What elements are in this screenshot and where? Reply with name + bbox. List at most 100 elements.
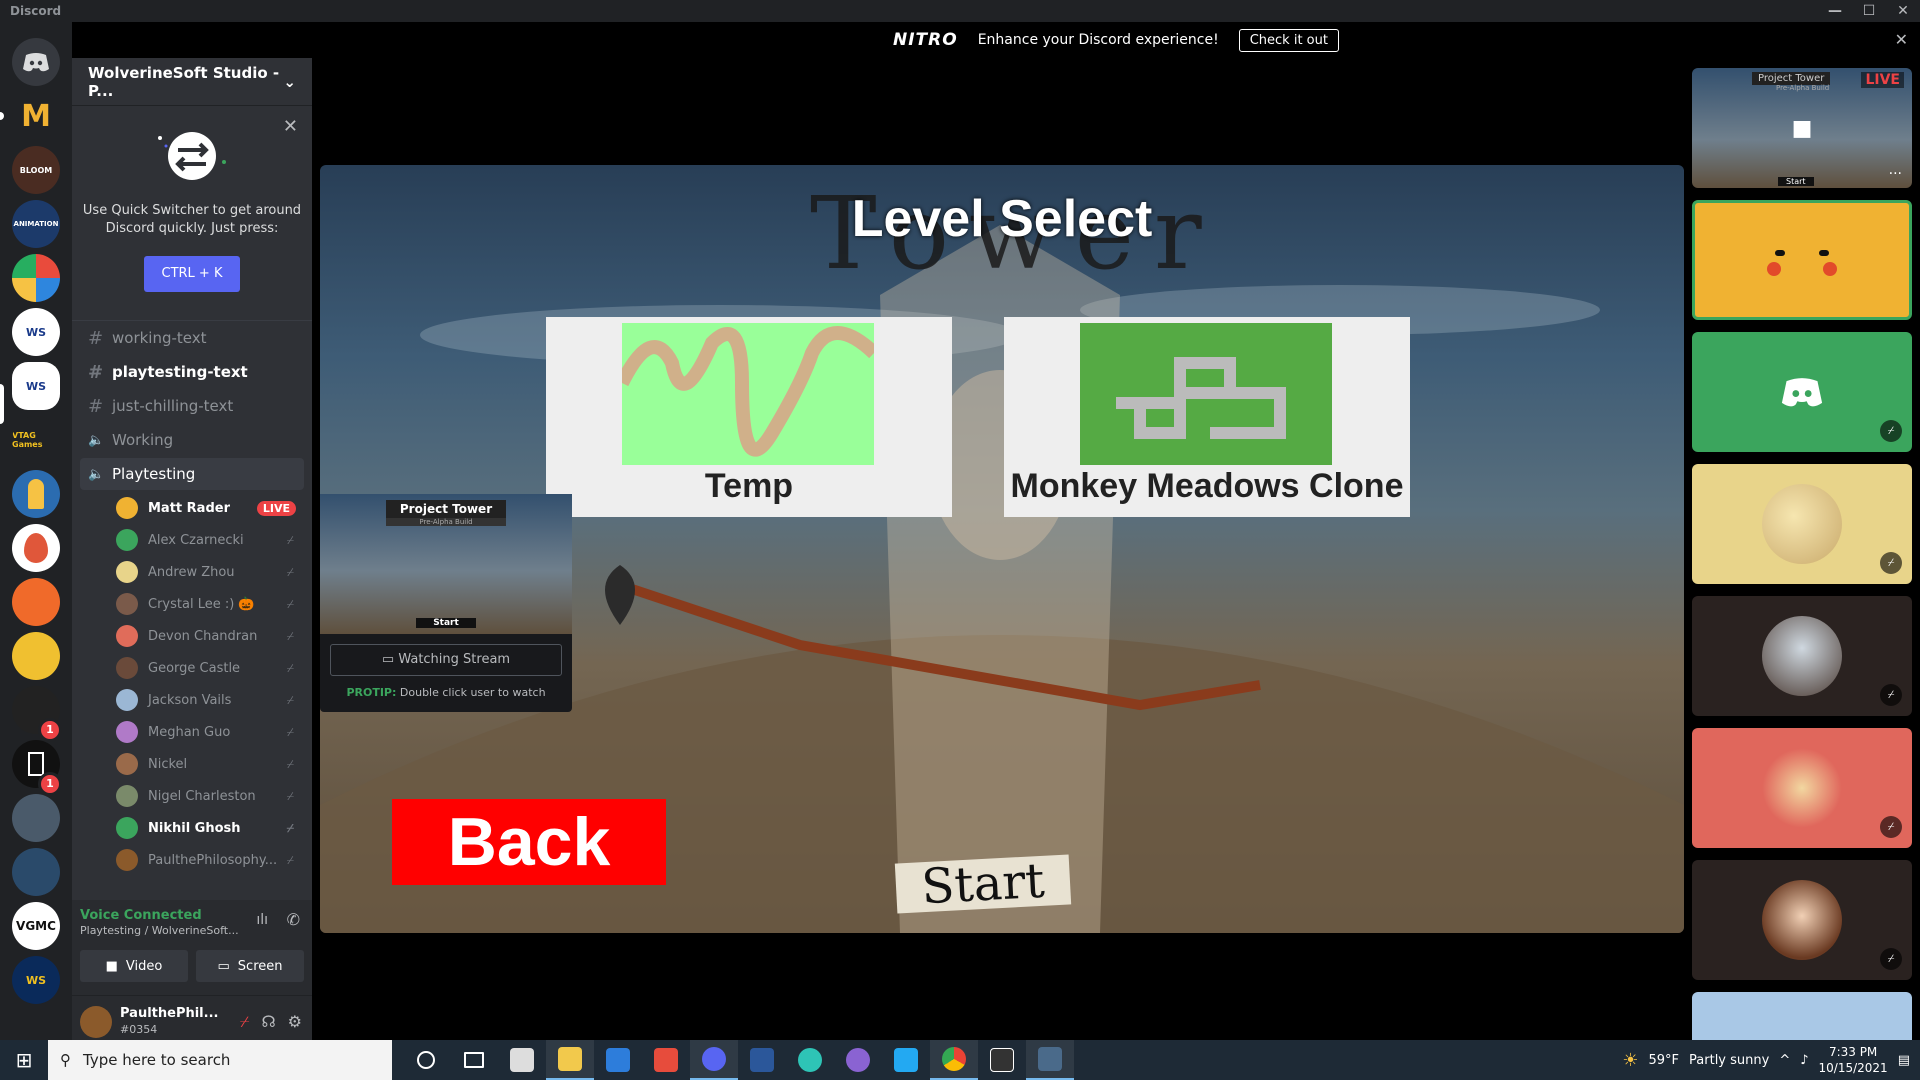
github-icon[interactable] [834, 1040, 882, 1080]
participant-tile-stream[interactable]: LIVE Project Tower Pre-Alpha Build Start… [1692, 68, 1912, 188]
voice-user[interactable]: Nigel Charleston ⌿ [116, 783, 304, 809]
voice-user[interactable]: Devon Chandran ⌿ [116, 623, 304, 649]
window-titlebar: Discord — ☐ ✕ [0, 0, 1920, 22]
server-icon-figure[interactable] [12, 470, 60, 518]
mic-muted-icon[interactable]: ⌿ [240, 1012, 250, 1032]
discord-taskbar-icon[interactable] [690, 1040, 738, 1080]
server-icon-landscape[interactable] [12, 848, 60, 896]
channel-just-chilling-text[interactable]: # just-chilling-text [80, 390, 304, 422]
word-icon[interactable] [738, 1040, 786, 1080]
participant-tile[interactable]: ⌿ [1692, 332, 1912, 452]
server-icon-gray[interactable] [12, 794, 60, 842]
server-icon-flame[interactable] [12, 524, 60, 572]
office-icon[interactable] [642, 1040, 690, 1080]
store-icon[interactable] [498, 1040, 546, 1080]
participant-tile[interactable]: ⌿ [1692, 464, 1912, 584]
taskbar-search-box[interactable]: ⚲ Type here to search [48, 1040, 392, 1080]
voice-user[interactable]: PaulthePhilosophy... ⌿ [116, 847, 304, 873]
channel-playtesting-text[interactable]: # playtesting-text [80, 356, 304, 388]
participant-tile[interactable] [1692, 992, 1912, 1040]
back-button[interactable]: Back [392, 799, 666, 885]
server-icon-colorwheel[interactable] [12, 254, 60, 302]
close-icon[interactable]: ✕ [283, 116, 298, 137]
edge-icon[interactable] [786, 1040, 834, 1080]
avatar [116, 817, 138, 839]
mic-muted-icon: ⌿ [286, 564, 294, 579]
participant-tile[interactable]: ⌿ [1692, 728, 1912, 848]
server-icon-ws[interactable]: WS [12, 308, 60, 356]
quick-switcher-shortcut-button[interactable]: CTRL + K [144, 256, 240, 292]
server-icon-vgmc[interactable]: VGMC [12, 902, 60, 950]
voice-user[interactable]: Meghan Guo ⌿ [116, 719, 304, 745]
voice-user[interactable]: Jackson Vails ⌿ [116, 687, 304, 713]
vscode-icon[interactable] [882, 1040, 930, 1080]
avatar [116, 785, 138, 807]
level-card-monkey-meadows-clone[interactable]: Monkey Meadows Clone [1004, 317, 1410, 517]
voice-user-name: George Castle [148, 660, 241, 676]
microphone-icon[interactable]: ♪ [1800, 1053, 1808, 1068]
server-icon-animation[interactable]: ANIMATION [12, 200, 60, 248]
server-header[interactable]: WolverineSoft Studio - P... ⌄ [72, 58, 312, 106]
nitro-check-it-out-button[interactable]: Check it out [1238, 28, 1339, 52]
server-icon-bloom[interactable]: BLOOM [12, 146, 60, 194]
server-icon-orange[interactable] [12, 578, 60, 626]
weather-text[interactable]: Partly sunny [1689, 1053, 1769, 1068]
voice-user[interactable]: Matt Rader LIVE [116, 495, 304, 521]
cortana-icon[interactable] [402, 1040, 450, 1080]
level-thumbnail [1080, 323, 1332, 465]
voice-user-name: PaulthePhilosophy... [148, 852, 278, 868]
search-icon: ⚲ [60, 1051, 71, 1069]
watching-stream-button[interactable]: ▭ Watching Stream [330, 644, 562, 676]
participant-tile[interactable]: ⌿ [1692, 860, 1912, 980]
voice-user[interactable]: Nickel ⌿ [116, 751, 304, 777]
server-icon-m[interactable]: M [12, 92, 60, 140]
stream-thumbnail[interactable]: Project Tower Pre-Alpha Build Start [320, 494, 572, 634]
start-text: Start [894, 853, 1072, 915]
maximize-button[interactable]: ☐ [1852, 0, 1886, 22]
voice-user[interactable]: George Castle ⌿ [116, 655, 304, 681]
headphones-icon[interactable]: ☊ [261, 1012, 275, 1032]
server-icon-yellow[interactable] [12, 632, 60, 680]
channel-working-voice[interactable]: 🔈 Working [80, 424, 304, 456]
mail-icon[interactable] [594, 1040, 642, 1080]
participant-tile[interactable]: ⌿ [1692, 596, 1912, 716]
gear-icon[interactable]: ⚙ [288, 1012, 302, 1032]
voice-user[interactable]: Andrew Zhou ⌿ [116, 559, 304, 585]
file-explorer-icon[interactable] [546, 1040, 594, 1080]
server-icon-ws-dark[interactable]: WS [12, 956, 60, 1004]
stream-title: Project Tower [386, 500, 506, 518]
server-list: M BLOOM ANIMATION WS WS VTAG Games 1 1 V… [0, 22, 72, 1040]
chrome-icon[interactable] [930, 1040, 978, 1080]
avatar[interactable] [80, 1006, 112, 1038]
quick-switcher-arrows-icon [158, 132, 226, 180]
chevron-up-icon[interactable]: ^ [1779, 1053, 1790, 1068]
game-window-icon[interactable] [1026, 1040, 1074, 1080]
clock[interactable]: 7:33 PM 10/15/2021 [1819, 1044, 1888, 1076]
participant-tile-speaking[interactable] [1692, 200, 1912, 320]
weather-temp[interactable]: 59°F [1649, 1053, 1680, 1068]
close-window-button[interactable]: ✕ [1886, 0, 1920, 22]
task-view-icon[interactable] [450, 1040, 498, 1080]
voice-user[interactable]: Crystal Lee :) 🎃 ⌿ [116, 591, 304, 617]
minimize-button[interactable]: — [1818, 0, 1852, 22]
voice-user[interactable]: Nikhil Ghosh ⌿ [116, 815, 304, 841]
avatar [1762, 748, 1842, 828]
windows-start-button[interactable]: ⊞ [0, 1040, 48, 1080]
level-card-temp[interactable]: Temp [546, 317, 952, 517]
more-options-icon[interactable]: ··· [1889, 166, 1902, 182]
notification-icon[interactable]: ▤ [1898, 1053, 1910, 1068]
nitro-close-icon[interactable]: ✕ [1895, 30, 1908, 49]
channel-working-text[interactable]: # working-text [80, 322, 304, 354]
disconnect-icon[interactable]: ✆ [287, 910, 300, 929]
voice-location[interactable]: Playtesting / WolverineSoft... [80, 924, 239, 937]
server-icon-vtag[interactable]: VTAG Games [12, 416, 60, 464]
discord-home-icon[interactable] [12, 38, 60, 86]
screen-share-button[interactable]: ▭ Screen [196, 950, 304, 982]
channel-playtesting-voice[interactable]: 🔈 Playtesting [80, 458, 304, 490]
video-button[interactable]: ■ Video [80, 950, 188, 982]
voice-user[interactable]: Alex Czarnecki ⌿ [116, 527, 304, 553]
server-icon-wolverinesoft[interactable]: WS [12, 362, 60, 410]
noise-suppression-icon[interactable]: ılı [256, 912, 268, 928]
channel-sidebar: WolverineSoft Studio - P... ⌄ ✕ Use Quic… [72, 58, 312, 1048]
epic-games-icon[interactable] [978, 1040, 1026, 1080]
